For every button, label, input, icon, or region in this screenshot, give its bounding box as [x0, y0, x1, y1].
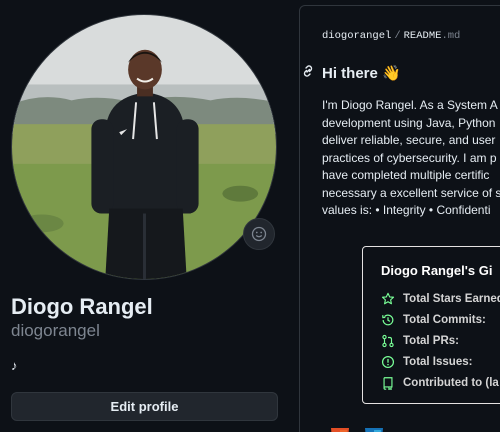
breadcrumb-file[interactable]: README	[404, 30, 442, 42]
stat-label: Total PRs:	[403, 335, 460, 347]
stat-row-commits: Total Commits:	[381, 313, 486, 327]
stats-title: Diogo Rangel's Gi	[381, 263, 493, 278]
readme-bio: I'm Diogo Rangel. As a System A developm…	[322, 97, 500, 220]
bio-line: values is: • Integrity • Confidenti	[322, 203, 491, 217]
readme-heading: Hi there 👋	[322, 65, 401, 82]
stat-label: Total Issues:	[403, 356, 473, 368]
avatar[interactable]	[11, 14, 277, 280]
bio-line: practices of cybersecurity. I am p	[322, 150, 497, 165]
breadcrumb-file-ext[interactable]: .md	[441, 30, 460, 42]
profile-login: diogorangel	[11, 321, 100, 340]
bio-line: I'm Diogo Rangel. As a System A	[322, 98, 498, 112]
github-stats-card[interactable]: Diogo Rangel's Gi Total Stars Earned: To…	[362, 246, 500, 404]
breadcrumb: diogorangel / README.md	[322, 30, 460, 42]
profile-name: Diogo Rangel	[11, 294, 153, 319]
html5-icon[interactable]	[328, 428, 352, 432]
profile-sidebar: Diogo Rangel diogorangel ♪ Edit profile	[0, 0, 290, 432]
set-status-button[interactable]	[243, 218, 275, 250]
smiley-icon	[251, 226, 267, 242]
stat-row-issues: Total Issues:	[381, 355, 472, 369]
star-icon	[381, 292, 395, 305]
tech-badge-icon[interactable]	[396, 428, 420, 432]
stat-row-stars: Total Stars Earned:	[381, 292, 500, 306]
history-icon	[382, 314, 394, 326]
bio-line: have completed multiple certific	[322, 168, 490, 182]
bio-line: development using Java, Python	[322, 115, 496, 130]
breadcrumb-owner[interactable]: diogorangel	[322, 30, 391, 42]
avatar-photo	[12, 15, 276, 279]
readme-card: diogorangel / README.md Hi there 👋 I'm Dio…	[299, 5, 500, 432]
issue-icon	[381, 355, 395, 369]
edit-profile-button[interactable]: Edit profile	[11, 392, 278, 421]
breadcrumb-separator: /	[394, 30, 401, 42]
bio-line: deliver reliable, secure, and user	[322, 133, 496, 147]
stat-label: Contributed to (la	[403, 377, 499, 389]
tech-badge-icon[interactable]	[430, 428, 454, 432]
stat-row-contributed: Contributed to (la	[381, 376, 499, 390]
stat-label: Total Stars Earned:	[403, 293, 500, 305]
css3-icon[interactable]	[362, 428, 386, 432]
status-emoji[interactable]: ♪	[11, 358, 18, 373]
bio-line: necessary a excellent service of s	[322, 185, 500, 200]
stat-label: Total Commits:	[403, 314, 486, 326]
tech-badges	[328, 428, 464, 432]
anchor-link-icon[interactable]	[300, 63, 316, 79]
repo-icon	[383, 377, 393, 390]
stat-row-prs: Total PRs:	[381, 334, 459, 348]
pull-request-icon	[382, 334, 394, 348]
